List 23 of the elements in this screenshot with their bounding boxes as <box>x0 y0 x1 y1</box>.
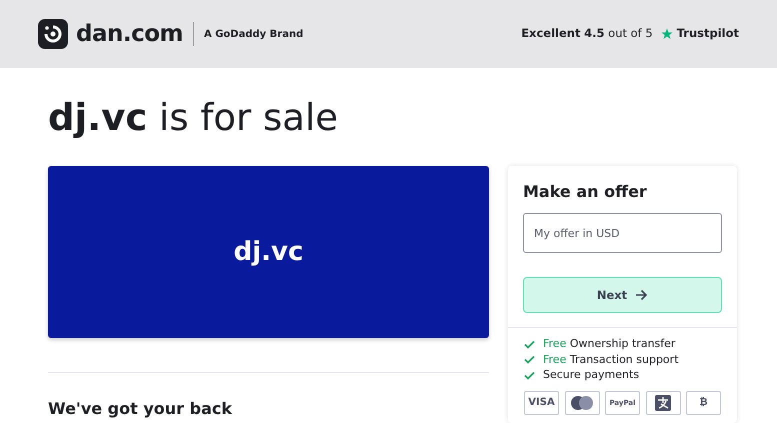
check-icon <box>524 340 535 349</box>
payment-icon <box>646 390 680 415</box>
rating-text: Excellent 4.5 out of 5 <box>521 25 653 42</box>
section-heading: We've got your back <box>48 398 234 420</box>
page-title: dj.vc is for sale <box>48 96 339 140</box>
next-button[interactable]: Next <box>523 277 722 314</box>
arrow-right-icon <box>635 289 648 302</box>
card-circles-icon <box>564 390 600 415</box>
tagline: A GoDaddy Brand <box>204 28 304 42</box>
logo-icon <box>38 19 68 49</box>
card-heading: Make an offer <box>523 181 648 204</box>
payment-logo: ₿ <box>686 390 721 415</box>
payment-logo: VISA <box>524 390 559 415</box>
brand-name[interactable]: dan.com <box>76 16 183 52</box>
star-icon <box>660 28 673 40</box>
feature-text: Free Transaction support <box>543 352 679 368</box>
feature-text: Free Ownership transfer <box>543 336 676 352</box>
check-icon <box>524 355 535 364</box>
check-icon <box>524 370 535 380</box>
trustpilot-label[interactable]: Trustpilot <box>676 25 739 43</box>
feature-text: Secure payments <box>543 367 640 383</box>
domain-banner: dj.vc <box>48 166 489 338</box>
offer-input[interactable]: My offer in USD <box>523 213 722 254</box>
